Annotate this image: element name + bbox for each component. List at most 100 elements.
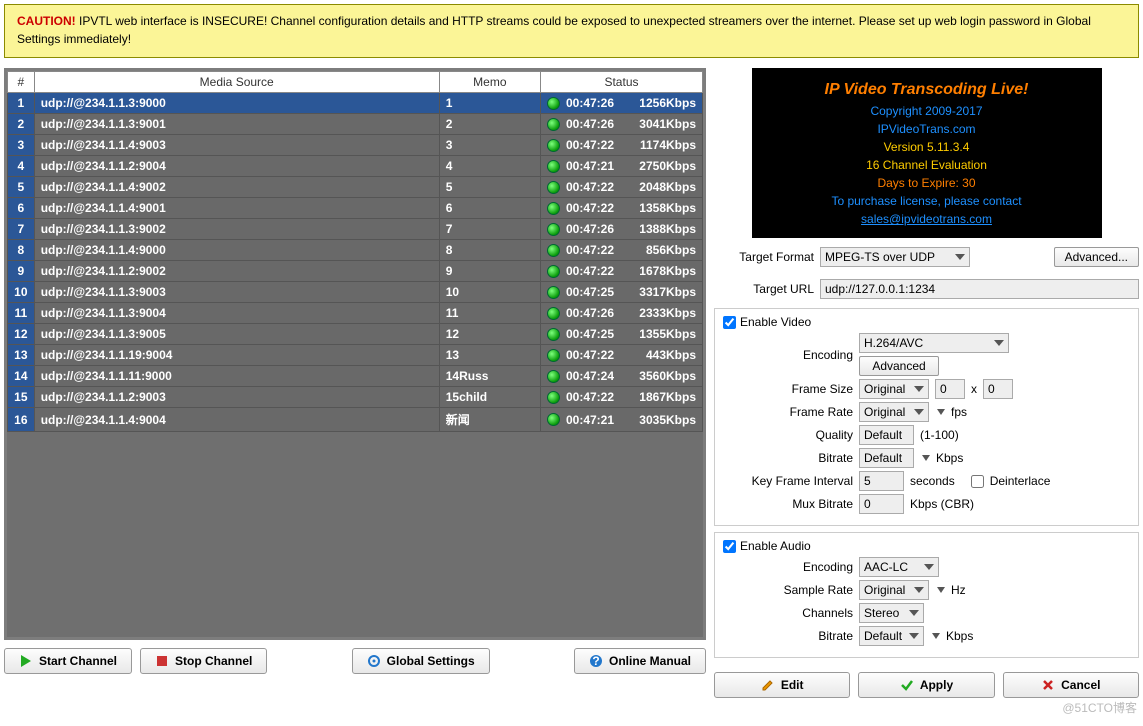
frame-rate-select[interactable]: Original [859, 402, 929, 422]
row-status: 00:47:213035Kbps [540, 408, 702, 432]
status-led-icon [547, 223, 560, 236]
row-memo: 15child [439, 387, 540, 408]
video-fieldset: Enable Video Encoding H.264/AVC Advanced… [714, 308, 1139, 526]
row-memo: 9 [439, 261, 540, 282]
enable-audio-checkbox[interactable] [723, 540, 736, 553]
table-row[interactable]: 10udp://@234.1.1.3:90031000:47:253317Kbp… [8, 282, 703, 303]
col-header-source[interactable]: Media Source [34, 72, 439, 93]
frame-width-input[interactable] [935, 379, 965, 399]
video-advanced-button[interactable]: Advanced [859, 356, 939, 376]
col-header-status[interactable]: Status [540, 72, 702, 93]
copyright-text: Copyright 2009-2017 [870, 104, 982, 118]
row-status: 00:47:251355Kbps [540, 324, 702, 345]
row-status: 00:47:22443Kbps [540, 345, 702, 366]
warning-banner: CAUTION! IPVTL web interface is INSECURE… [4, 4, 1139, 58]
global-settings-button[interactable]: Global Settings [352, 648, 490, 674]
enable-video-label: Enable Video [740, 315, 811, 329]
audio-encoding-label: Encoding [723, 560, 853, 574]
mux-bitrate-input[interactable] [859, 494, 904, 514]
col-header-num[interactable]: # [8, 72, 35, 93]
deinterlace-label: Deinterlace [990, 474, 1051, 488]
table-row[interactable]: 13udp://@234.1.1.19:90041300:47:22443Kbp… [8, 345, 703, 366]
caution-label: CAUTION! [17, 14, 76, 28]
stop-channel-button[interactable]: Stop Channel [140, 648, 267, 674]
row-num: 12 [8, 324, 35, 345]
row-status: 00:47:22856Kbps [540, 240, 702, 261]
row-source: udp://@234.1.1.4:9001 [34, 198, 439, 219]
table-row[interactable]: 16udp://@234.1.1.4:9004新闻00:47:213035Kbp… [8, 408, 703, 432]
table-row[interactable]: 7udp://@234.1.1.3:9002700:47:261388Kbps [8, 219, 703, 240]
row-source: udp://@234.1.1.3:9000 [34, 93, 439, 114]
video-encoding-select[interactable]: H.264/AVC [859, 333, 1009, 353]
enable-video-checkbox[interactable] [723, 316, 736, 329]
sample-rate-select[interactable]: Original [859, 580, 929, 600]
table-row[interactable]: 11udp://@234.1.1.3:90041100:47:262333Kbp… [8, 303, 703, 324]
start-channel-button[interactable]: Start Channel [4, 648, 132, 674]
row-num: 15 [8, 387, 35, 408]
row-status: 00:47:262333Kbps [540, 303, 702, 324]
row-num: 3 [8, 135, 35, 156]
table-row[interactable]: 3udp://@234.1.1.4:9003300:47:221174Kbps [8, 135, 703, 156]
table-row[interactable]: 4udp://@234.1.1.2:9004400:47:212750Kbps [8, 156, 703, 177]
col-header-memo[interactable]: Memo [439, 72, 540, 93]
row-memo: 8 [439, 240, 540, 261]
row-memo: 7 [439, 219, 540, 240]
status-led-icon [547, 97, 560, 110]
row-source: udp://@234.1.1.3:9004 [34, 303, 439, 324]
table-row[interactable]: 5udp://@234.1.1.4:9002500:47:222048Kbps [8, 177, 703, 198]
quality-input[interactable] [859, 425, 914, 445]
chevron-down-icon[interactable] [922, 455, 930, 461]
frame-height-input[interactable] [983, 379, 1013, 399]
sample-rate-label: Sample Rate [723, 583, 853, 597]
enable-audio-label: Enable Audio [740, 539, 811, 553]
video-bitrate-label: Bitrate [723, 451, 853, 465]
stop-icon [155, 654, 169, 668]
table-row[interactable]: 8udp://@234.1.1.4:9000800:47:22856Kbps [8, 240, 703, 261]
row-status: 00:47:222048Kbps [540, 177, 702, 198]
row-memo: 12 [439, 324, 540, 345]
chevron-down-icon[interactable] [937, 587, 945, 593]
deinterlace-checkbox[interactable] [971, 475, 984, 488]
status-led-icon [547, 413, 560, 426]
row-status: 00:47:261256Kbps [540, 93, 702, 114]
status-led-icon [547, 370, 560, 383]
apply-button[interactable]: Apply [858, 672, 994, 698]
row-status: 00:47:221678Kbps [540, 261, 702, 282]
chevron-down-icon[interactable] [937, 409, 945, 415]
row-memo: 13 [439, 345, 540, 366]
online-manual-button[interactable]: ? Online Manual [574, 648, 706, 674]
chevron-down-icon[interactable] [932, 633, 940, 639]
target-format-label: Target Format [714, 250, 814, 264]
table-row[interactable]: 12udp://@234.1.1.3:90051200:47:251355Kbp… [8, 324, 703, 345]
audio-encoding-select[interactable]: AAC-LC [859, 557, 939, 577]
edit-button[interactable]: Edit [714, 672, 850, 698]
keyframe-input[interactable] [859, 471, 904, 491]
sales-email-link[interactable]: sales@ipvideotrans.com [861, 212, 992, 226]
row-memo: 1 [439, 93, 540, 114]
target-url-input[interactable] [820, 279, 1139, 299]
site-link[interactable]: IPVideoTrans.com [877, 122, 975, 136]
status-led-icon [547, 118, 560, 131]
target-advanced-button[interactable]: Advanced... [1054, 247, 1139, 267]
row-num: 13 [8, 345, 35, 366]
row-source: udp://@234.1.1.2:9004 [34, 156, 439, 177]
target-format-select[interactable]: MPEG-TS over UDP [820, 247, 970, 267]
audio-bitrate-select[interactable]: Default [859, 626, 924, 646]
table-row[interactable]: 1udp://@234.1.1.3:9000100:47:261256Kbps [8, 93, 703, 114]
channels-select[interactable]: Stereo [859, 603, 924, 623]
video-bitrate-input[interactable] [859, 448, 914, 468]
table-row[interactable]: 9udp://@234.1.1.2:9002900:47:221678Kbps [8, 261, 703, 282]
cancel-button[interactable]: Cancel [1003, 672, 1139, 698]
row-num: 1 [8, 93, 35, 114]
table-row[interactable]: 2udp://@234.1.1.3:9001200:47:263041Kbps [8, 114, 703, 135]
table-row[interactable]: 14udp://@234.1.1.11:900014Russ00:47:2435… [8, 366, 703, 387]
mux-bitrate-label: Mux Bitrate [723, 497, 853, 511]
row-status: 00:47:221358Kbps [540, 198, 702, 219]
eval-text: 16 Channel Evaluation [866, 158, 987, 172]
frame-size-select[interactable]: Original [859, 379, 929, 399]
expire-text: Days to Expire: 30 [762, 174, 1092, 192]
table-row[interactable]: 15udp://@234.1.1.2:900315child00:47:2218… [8, 387, 703, 408]
table-row[interactable]: 6udp://@234.1.1.4:9001600:47:221358Kbps [8, 198, 703, 219]
status-led-icon [547, 391, 560, 404]
grid-header-row: # Media Source Memo Status [8, 72, 703, 93]
